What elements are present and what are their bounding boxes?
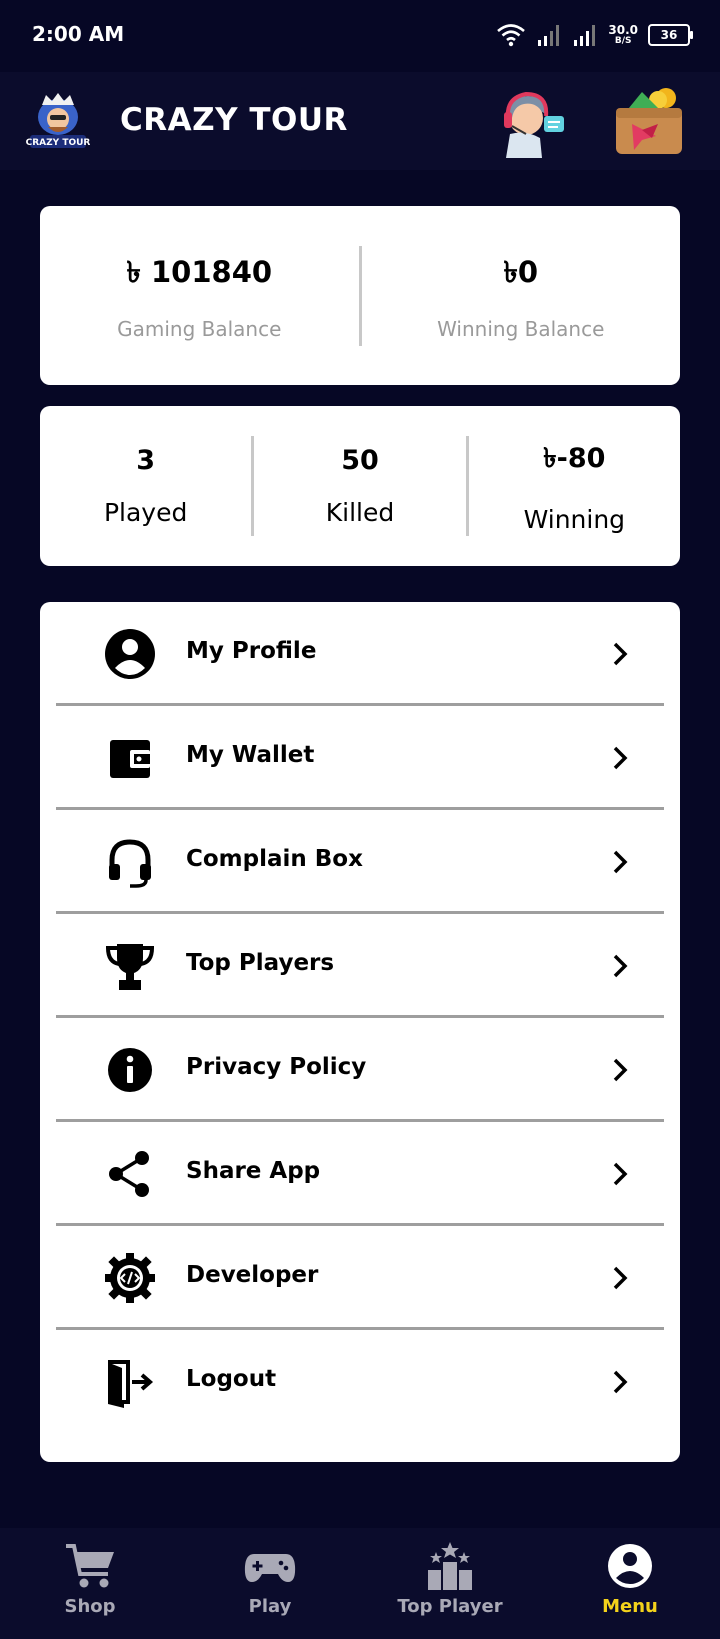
nav-top-player[interactable]: Top Player xyxy=(360,1528,540,1639)
status-icons: 30.0 B/S 36 xyxy=(496,20,693,50)
app-bar: CRAZY TOUR CRAZY TOUR xyxy=(0,72,720,170)
developer-gear-icon xyxy=(105,1253,155,1303)
menu-item-label: Privacy Policy xyxy=(186,1054,367,1080)
menu-item-label: Developer xyxy=(186,1262,319,1288)
nav-label: Menu xyxy=(602,1596,658,1617)
menu-item-label: Share App xyxy=(186,1158,321,1184)
network-speed-value: 30.0 xyxy=(608,23,638,37)
stat-killed: 50 Killed xyxy=(254,406,465,566)
stat-label: Winning xyxy=(523,505,626,534)
nav-label: Top Player xyxy=(397,1596,503,1617)
menu-item-label: Logout xyxy=(186,1366,277,1392)
menu-item-share-app[interactable]: Share App xyxy=(56,1122,664,1226)
stat-value: 3 xyxy=(136,445,156,476)
chevron-right-icon xyxy=(613,954,628,978)
bottom-navigation: Shop Play Top Player Menu xyxy=(0,1528,720,1639)
network-speed-unit: B/S xyxy=(614,36,632,46)
network-speed: 30.0 B/S xyxy=(608,24,638,46)
winning-balance-amount: ৳0 xyxy=(503,255,539,289)
chevron-right-icon xyxy=(613,1370,628,1394)
menu-card: My Profile My Wallet Complain Box Top Pl… xyxy=(40,602,680,1462)
gaming-balance: ৳ 101840 Gaming Balance xyxy=(40,206,359,385)
stat-label: Killed xyxy=(325,498,395,527)
chevron-right-icon xyxy=(613,850,628,874)
gaming-balance-amount: ৳ 101840 xyxy=(126,255,273,289)
podium-icon xyxy=(428,1542,472,1590)
menu-item-my-wallet[interactable]: My Wallet xyxy=(56,706,664,810)
status-bar: 2:00 AM 30.0 B/S 36 xyxy=(0,0,720,72)
stat-label: Played xyxy=(103,498,188,527)
winning-balance: ৳0 Winning Balance xyxy=(362,206,681,385)
balance-card: ৳ 101840 Gaming Balance ৳0 Winning Balan… xyxy=(40,206,680,385)
wallet-icon[interactable] xyxy=(612,86,686,158)
app-logo: CRAZY TOUR xyxy=(26,93,90,148)
chevron-right-icon xyxy=(613,642,628,666)
chevron-right-icon xyxy=(613,1058,628,1082)
menu-item-developer[interactable]: Developer xyxy=(56,1226,664,1330)
menu-item-label: Complain Box xyxy=(186,846,363,872)
logout-icon xyxy=(108,1360,154,1408)
menu-item-label: Top Players xyxy=(186,950,335,976)
svg-text:CRAZY TOUR: CRAZY TOUR xyxy=(26,138,90,148)
cart-icon xyxy=(66,1544,114,1588)
stat-winning: ৳-80 Winning xyxy=(469,406,680,566)
nav-play[interactable]: Play xyxy=(180,1528,360,1639)
menu-item-top-players[interactable]: Top Players xyxy=(56,914,664,1018)
chevron-right-icon xyxy=(613,746,628,770)
stat-value: ৳-80 xyxy=(543,443,606,474)
nav-label: Shop xyxy=(64,1596,116,1617)
battery-icon: 36 xyxy=(648,24,693,46)
menu-item-label: My Wallet xyxy=(186,742,315,768)
wifi-icon xyxy=(497,24,526,47)
share-icon xyxy=(109,1151,149,1197)
chevron-right-icon xyxy=(613,1162,628,1186)
winning-balance-label: Winning Balance xyxy=(437,317,605,341)
menu-item-my-profile[interactable]: My Profile xyxy=(56,602,664,706)
wallet-icon xyxy=(110,740,150,778)
stat-value: 50 xyxy=(341,445,379,476)
trophy-icon xyxy=(105,944,155,990)
menu-item-logout[interactable]: Logout xyxy=(56,1330,664,1434)
stats-card: 3 Played 50 Killed ৳-80 Winning xyxy=(40,406,680,566)
menu-item-label: My Profile xyxy=(186,638,317,664)
info-icon xyxy=(108,1048,152,1092)
user-circle-icon xyxy=(608,1544,652,1588)
status-time: 2:00 AM xyxy=(32,22,125,46)
battery-level: 36 xyxy=(660,28,678,42)
signal-icon-2 xyxy=(574,25,596,46)
nav-menu[interactable]: Menu xyxy=(540,1528,720,1639)
headset-icon xyxy=(109,839,151,888)
stat-played: 3 Played xyxy=(40,406,251,566)
signal-icon xyxy=(538,25,560,46)
gamepad-icon xyxy=(244,1554,296,1582)
chevron-right-icon xyxy=(613,1266,628,1290)
menu-item-privacy-policy[interactable]: Privacy Policy xyxy=(56,1018,664,1122)
menu-item-complain-box[interactable]: Complain Box xyxy=(56,810,664,914)
support-agent-icon[interactable] xyxy=(496,86,570,158)
nav-shop[interactable]: Shop xyxy=(0,1528,180,1639)
nav-label: Play xyxy=(248,1596,292,1617)
gaming-balance-label: Gaming Balance xyxy=(117,317,282,341)
user-circle-icon xyxy=(105,629,155,679)
app-title: CRAZY TOUR xyxy=(120,102,348,138)
